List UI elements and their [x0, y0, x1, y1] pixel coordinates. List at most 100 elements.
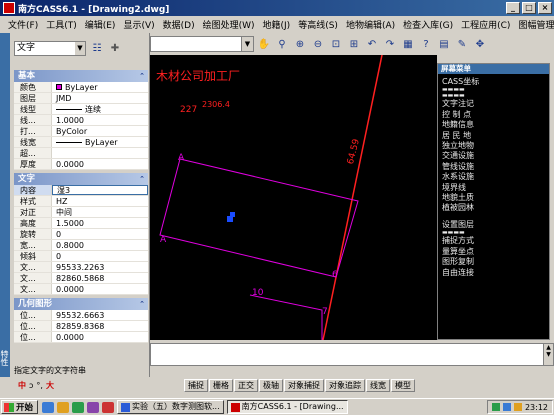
zoom-out-icon[interactable]: ⊖ [310, 36, 326, 52]
section-basic[interactable]: 基本 ⌃ [14, 70, 148, 82]
redo-icon[interactable]: ↷ [382, 36, 398, 52]
prop-row[interactable]: 线宽 ByLayer [14, 137, 148, 148]
lineweight-toggle[interactable]: 线宽 [366, 379, 390, 392]
screen-menu-item[interactable]: 图形复制 [438, 257, 549, 267]
prop-row[interactable]: 位... 82859.8368 [14, 321, 148, 332]
prop-row[interactable]: 图层 JMD [14, 93, 148, 104]
layer-dropdown[interactable]: ▼ [150, 36, 254, 52]
collapse-icon[interactable]: ⌃ [139, 70, 145, 82]
menu-edit[interactable]: 编辑(E) [81, 18, 120, 31]
tray-icon[interactable] [502, 403, 511, 411]
zoom-extents-icon[interactable]: ⊞ [346, 36, 362, 52]
otrack-toggle[interactable]: 对象追踪 [325, 379, 365, 392]
app-icon[interactable] [102, 401, 115, 413]
screen-menu-item[interactable]: 量算坐点 [438, 247, 549, 257]
chevron-down-icon[interactable]: ▼ [75, 42, 85, 55]
command-window[interactable]: ▲ ▼ [150, 343, 554, 366]
osnap-toggle[interactable]: 对象捕捉 [284, 379, 324, 392]
screen-menu-item[interactable]: 管线设施 [438, 162, 549, 172]
help-icon[interactable]: ? [418, 36, 434, 52]
menu-file[interactable]: 文件(F) [4, 18, 42, 31]
prop-row[interactable]: 旋转 0 [14, 229, 148, 240]
ime-case[interactable]: 大 [46, 380, 54, 391]
zoom-in-icon[interactable]: ⊕ [292, 36, 308, 52]
prop-row[interactable]: 颜色 ByLayer [14, 82, 148, 93]
clock[interactable]: 23:12 [525, 403, 548, 412]
taskbar-task-word[interactable]: 实验（五）数字测图软... [117, 400, 224, 414]
polar-toggle[interactable]: 极轴 [259, 379, 283, 392]
zoom-realtime-icon[interactable]: ⚲ [274, 36, 290, 52]
prop-row[interactable]: 线型 连续 [14, 104, 148, 115]
collapse-icon[interactable]: ⌃ [139, 298, 145, 310]
model-toggle[interactable]: 模型 [391, 379, 415, 392]
ie-icon[interactable] [42, 401, 55, 413]
minimize-button[interactable]: _ [506, 2, 520, 14]
section-text[interactable]: 文字 ⌃ [14, 173, 148, 185]
menu-check[interactable]: 检查入库(G) [399, 18, 457, 31]
prop-row[interactable]: 高度 1.5000 [14, 218, 148, 229]
taskbar-task-cass[interactable]: 南方CASS6.1 - [Drawing... [226, 400, 348, 414]
prop-row[interactable]: 打... ByColor [14, 126, 148, 137]
screen-menu-item[interactable]: 地籍信息 [438, 120, 549, 130]
screen-menu-item[interactable]: 居 民 地 [438, 131, 549, 141]
prop-row[interactable]: 文... 95533.2263 [14, 262, 148, 273]
prop-row[interactable]: 对正 中间 [14, 207, 148, 218]
select-objects-icon[interactable]: ✚ [108, 42, 122, 56]
menu-view[interactable]: 显示(V) [119, 18, 158, 31]
menu-tools[interactable]: 工具(T) [42, 18, 81, 31]
properties-icon[interactable]: ▦ [400, 36, 416, 52]
screen-menu-item[interactable]: 交通设施 [438, 151, 549, 161]
menu-contour[interactable]: 等高线(S) [294, 18, 342, 31]
screen-menu-item[interactable]: 植被园林 [438, 203, 549, 213]
tray-icon[interactable] [491, 403, 500, 411]
app-icon[interactable] [87, 401, 100, 413]
screen-menu-item[interactable]: 独立地物 [438, 141, 549, 151]
menu-feature-edit[interactable]: 地物编辑(A) [342, 18, 399, 31]
screen-menu-item[interactable]: 境界线 [438, 183, 549, 193]
pan-icon[interactable]: ✋ [256, 36, 272, 52]
prop-row[interactable]: 宽... 0.8000 [14, 240, 148, 251]
prop-row[interactable]: 文... 0.0000 [14, 284, 148, 295]
ime-mode[interactable]: 中 [18, 380, 26, 391]
screen-menu-item[interactable]: 捕捉方式 [438, 236, 549, 246]
object-type-dropdown[interactable]: 文字 ▼ [14, 41, 86, 56]
menu-engineering[interactable]: 工程应用(C) [457, 18, 514, 31]
prop-row[interactable]: 厚度 0.0000 [14, 159, 148, 170]
prop-row-contents[interactable]: 内容 湿3 [14, 185, 148, 196]
folder-icon[interactable] [57, 401, 70, 413]
snap-toggle[interactable]: 捕捉 [184, 379, 208, 392]
prop-row[interactable]: 线... 1.0000 [14, 115, 148, 126]
grid-toggle[interactable]: 栅格 [209, 379, 233, 392]
ime-moon-icon[interactable]: ɔ [29, 381, 33, 390]
collapse-icon[interactable]: ⌃ [139, 173, 145, 185]
screen-menu-item[interactable]: 自由连接 [438, 268, 549, 278]
drawing-canvas[interactable]: 木材公司加工厂 227 2306.4 A A 6 7 10 64.59 [150, 55, 437, 340]
chevron-down-icon[interactable]: ▼ [241, 37, 253, 51]
prop-row[interactable]: 超... [14, 148, 148, 159]
ime-punct[interactable]: °, [36, 381, 43, 390]
grid-icon[interactable]: ▤ [436, 36, 452, 52]
undo-icon[interactable]: ↶ [364, 36, 380, 52]
ortho-toggle[interactable]: 正交 [234, 379, 258, 392]
close-button[interactable]: × [538, 2, 552, 14]
cass-app-icon[interactable] [3, 2, 15, 14]
screen-menu-item[interactable]: 控 制 点 [438, 110, 549, 120]
menu-data[interactable]: 数据(D) [159, 18, 199, 31]
prop-row[interactable]: 倾斜 0 [14, 251, 148, 262]
prop-row[interactable]: 位... 0.0000 [14, 332, 148, 343]
quick-select-icon[interactable]: ☷ [90, 42, 104, 56]
pencil-icon[interactable]: ✎ [454, 36, 470, 52]
properties-handle[interactable]: 特性 [0, 33, 10, 377]
menu-cadastre[interactable]: 地籍(J) [259, 18, 295, 31]
prop-row[interactable]: 位... 95532.6663 [14, 310, 148, 321]
menu-drawing[interactable]: 绘图处理(W) [199, 18, 259, 31]
start-button[interactable]: 开始 [1, 400, 39, 414]
prop-row[interactable]: 文... 82860.5868 [14, 273, 148, 284]
screen-menu-item[interactable]: 水系设施 [438, 172, 549, 182]
screen-menu-item[interactable]: 地貌土质 [438, 193, 549, 203]
section-geometry[interactable]: 几何图形 ⌃ [14, 298, 148, 310]
prop-row[interactable]: 样式 HZ [14, 196, 148, 207]
screen-menu-item[interactable]: 文字注记 [438, 99, 549, 109]
zoom-window-icon[interactable]: ⊡ [328, 36, 344, 52]
maximize-button[interactable]: □ [522, 2, 536, 14]
